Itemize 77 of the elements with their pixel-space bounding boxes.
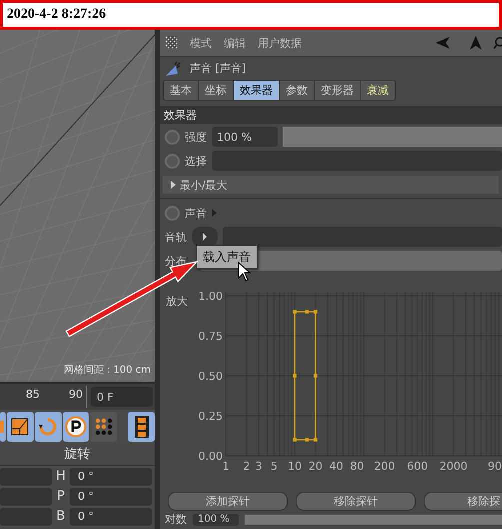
- y-axis-label: 1.00: [198, 290, 223, 303]
- parameter-icon: [64, 416, 87, 438]
- keyframe-button[interactable]: [165, 206, 180, 220]
- input-field[interactable]: 0 °: [70, 468, 152, 486]
- axis-title: 放大: [166, 295, 188, 308]
- x-axis-label: 5: [270, 460, 278, 473]
- field-label: 对数: [165, 512, 187, 527]
- timeline-ruler[interactable]: 85 90: [0, 386, 87, 408]
- menu-item[interactable]: 模式: [190, 36, 212, 50]
- x-axis-label: 20: [308, 460, 323, 473]
- x-axis-label: 40: [330, 460, 344, 473]
- section-header: 效果器: [160, 106, 502, 124]
- x-axis-label: 10: [288, 460, 302, 473]
- menu-item[interactable]: 编辑: [224, 36, 246, 50]
- tab[interactable]: 衰减: [361, 80, 396, 101]
- slider-track[interactable]: [283, 127, 502, 147]
- input-field[interactable]: [223, 227, 502, 247]
- tab[interactable]: 基本: [163, 80, 199, 101]
- grid-spacing-label: 网格间距 : 100 cm: [64, 364, 151, 377]
- rotate-icon: [38, 416, 58, 436]
- input-field[interactable]: 0 °: [70, 488, 152, 506]
- toolbar-button[interactable]: [62, 412, 90, 442]
- grip-icon: [166, 37, 178, 49]
- field-label: 音轨: [165, 230, 187, 244]
- menu-item[interactable]: 用户数据: [258, 36, 302, 50]
- frame-tick-label: 90: [69, 388, 83, 401]
- search-icon[interactable]: [494, 37, 502, 49]
- play-button[interactable]: [192, 227, 218, 247]
- action-button[interactable]: 移除探: [424, 492, 502, 511]
- dot-grid-icon: [94, 416, 114, 436]
- tab[interactable]: 参数: [280, 80, 315, 101]
- field-label: 声音: [185, 206, 207, 220]
- axis-label: B: [56, 509, 66, 524]
- frame-field[interactable]: 0 F: [91, 387, 153, 407]
- object-title: 声音 [声音]: [190, 61, 246, 76]
- action-button[interactable]: 添加探针: [168, 492, 288, 511]
- x-axis-label: 200: [374, 460, 396, 473]
- film-icon: [134, 414, 150, 438]
- x-axis-label: 2000: [440, 460, 468, 473]
- y-axis-label: 0.25: [198, 410, 223, 423]
- axis-label: H: [55, 469, 67, 484]
- slider-track[interactable]: [245, 514, 502, 524]
- frame-tick-label: 85: [26, 388, 40, 401]
- tab[interactable]: 变形器: [315, 80, 361, 101]
- toolbar-button[interactable]: [128, 412, 155, 442]
- timestamp: 2020-4-2 8:27:26: [6, 6, 108, 23]
- tab[interactable]: 坐标: [199, 80, 234, 101]
- section-header: 旋转: [0, 443, 155, 466]
- toolbar-button[interactable]: [7, 412, 34, 442]
- x-axis-label: 600: [407, 460, 428, 473]
- keyframe-button[interactable]: [165, 130, 180, 144]
- toolbar-button[interactable]: [90, 412, 118, 442]
- x-axis-label: 80: [350, 460, 364, 473]
- up-arrow-icon[interactable]: [470, 36, 482, 50]
- y-axis-label: 0.75: [198, 330, 223, 343]
- input-field[interactable]: 0 °: [70, 508, 152, 526]
- axis-label: P: [56, 489, 66, 504]
- y-axis-label: 0.50: [198, 370, 223, 383]
- keyframe-button[interactable]: [165, 154, 180, 168]
- field-label: 选择: [185, 154, 207, 168]
- x-axis-label: 1: [222, 460, 230, 473]
- field-label: 强度: [185, 130, 207, 144]
- y-axis-label: 0.00: [198, 450, 223, 463]
- tab[interactable]: 效果器: [234, 80, 280, 101]
- expand-icon[interactable]: [212, 209, 217, 217]
- tooltip: 载入声音: [196, 245, 258, 269]
- x-axis-label: 2: [243, 460, 250, 473]
- speaker-icon: [164, 60, 182, 78]
- spline-curve-drawing[interactable]: [293, 310, 318, 442]
- value-field[interactable]: 100 %: [193, 514, 239, 526]
- value-field[interactable]: 100 %: [212, 127, 278, 147]
- cursor-icon: [238, 262, 252, 282]
- x-axis-label: 90: [488, 460, 502, 473]
- scale-icon: [10, 416, 30, 436]
- group-header[interactable]: 最小/最大: [163, 176, 499, 194]
- action-button[interactable]: 移除探针: [296, 492, 416, 511]
- x-axis-label: 3: [255, 460, 262, 473]
